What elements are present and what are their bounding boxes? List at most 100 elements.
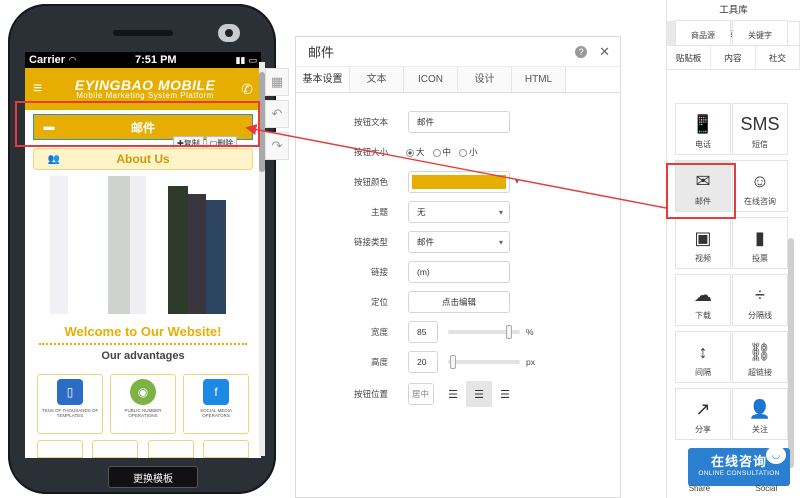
tab-design[interactable]: 设计: [458, 67, 512, 92]
width-label: 宽度: [370, 327, 388, 337]
tool-3[interactable]: SMS 短信: [732, 103, 788, 155]
panel-header: 邮件 ? ✕: [296, 37, 620, 67]
button-color-picker[interactable]: [408, 171, 519, 193]
tab-text[interactable]: 文本: [350, 67, 404, 92]
tab-content[interactable]: 内容: [711, 46, 756, 70]
chat-bubble-icon: ◡: [766, 446, 786, 464]
feature-label: TENS OF THOUSANDS OF TEMPLATES: [41, 408, 99, 419]
row-width: 宽度 85 %: [296, 321, 622, 343]
height-unit: px: [526, 357, 535, 367]
tool-label: 分享: [695, 425, 711, 434]
panel-tabs: 基本设置 文本 ICON 设计 HTML: [296, 67, 620, 93]
close-icon[interactable]: ✕: [599, 44, 610, 60]
click-edit-button[interactable]: 点击编辑: [408, 291, 510, 313]
height-slider[interactable]: [448, 355, 520, 369]
align-right-icon[interactable]: ☰: [492, 381, 518, 407]
tool-icon: ⛓: [748, 342, 772, 362]
link-type-label: 链接类型: [353, 237, 388, 247]
menu-icon[interactable]: ≡: [33, 80, 49, 98]
tool-label: 超链接: [748, 368, 772, 377]
tool-8[interactable]: ☁ 下载: [675, 274, 731, 326]
button-size-label: 按钮大小: [353, 147, 388, 157]
property-panel: 邮件 ? ✕ 基本设置 文本 ICON 设计 HTML 按钮文本 邮件 按钮大小…: [295, 36, 621, 498]
brand-title: EYINGBAO MOBILE: [74, 77, 216, 93]
theme-label: 主题: [370, 207, 388, 217]
tool-icon: 📱: [691, 114, 715, 134]
button-color-label: 按钮颜色: [353, 177, 388, 187]
tab-clipboard[interactable]: 贴贴板: [667, 46, 712, 70]
feature-social-media[interactable]: f SOCIAL MEDIA OPERATORS: [183, 374, 249, 434]
height-slider-knob[interactable]: [450, 355, 456, 369]
feature-templates[interactable]: ▯ TENS OF THOUSANDS OF TEMPLATES: [37, 374, 103, 434]
tool-icon: ▣: [694, 228, 712, 248]
width-slider-knob[interactable]: [506, 325, 513, 339]
undo-icon[interactable]: ↶: [265, 100, 289, 128]
height-label: 高度: [370, 357, 388, 367]
theme-select[interactable]: 无: [408, 201, 510, 223]
tab-social[interactable]: 社交: [755, 46, 800, 70]
tool-2[interactable]: 📱 电话: [675, 103, 731, 155]
size-large-radio[interactable]: 大: [406, 146, 425, 158]
status-bar: Carrier ◠ 7:51 PM ▮▮ ▭: [25, 52, 261, 68]
feature-tile[interactable]: [92, 440, 139, 458]
align-center-icon[interactable]: ☰: [466, 381, 492, 407]
battery-icon: ▭: [248, 54, 257, 65]
tool-5[interactable]: ☺ 在线咨询: [732, 160, 788, 212]
advantages-heading: Our advantages: [101, 350, 185, 362]
tool-9[interactable]: ÷ 分隔线: [732, 274, 788, 326]
about-us-button[interactable]: 👥 About Us: [33, 148, 253, 170]
brand-subtitle: Mobile Marketing System Platform: [76, 91, 215, 100]
color-swatch: [412, 175, 506, 189]
tool-1[interactable]: ◻关键字: [732, 20, 788, 46]
phone-icon: ▯: [57, 379, 83, 405]
editor-side-toolbar: ▦ ↶ ↷: [265, 68, 293, 160]
tool-label: 电话: [695, 140, 711, 149]
feature-tile[interactable]: [147, 440, 194, 458]
tool-label: 间隔: [695, 368, 711, 377]
grid-icon[interactable]: ▦: [265, 68, 289, 96]
height-input[interactable]: 20: [408, 351, 438, 373]
tool-12[interactable]: ↗ 分享: [675, 388, 731, 440]
size-medium-radio[interactable]: 中: [432, 146, 452, 158]
row-button-position: 按钮位置 居中 ☰ ☰ ☰: [296, 381, 622, 407]
tool-13[interactable]: 👤 关注: [732, 388, 788, 440]
feature-tile[interactable]: [202, 440, 249, 458]
tab-icon[interactable]: ICON: [404, 67, 458, 92]
help-icon[interactable]: ?: [575, 45, 588, 58]
online-subtitle: ONLINE CONSULTATION: [698, 470, 780, 477]
tool-0[interactable]: ◻商品源: [675, 20, 731, 46]
feature-tile[interactable]: [37, 440, 83, 458]
align-left-icon[interactable]: ☰: [440, 381, 466, 407]
tool-10[interactable]: ↕ 间隔: [675, 331, 731, 383]
width-input[interactable]: 85: [408, 321, 438, 343]
toolbox-scrollbar[interactable]: [788, 238, 794, 468]
tool-7[interactable]: ▮ 投票: [732, 217, 788, 269]
online-consultation-banner[interactable]: 在线咨询 ONLINE CONSULTATION ◡: [688, 446, 790, 486]
row-height: 高度 20 px: [296, 351, 622, 373]
tab-html[interactable]: HTML: [512, 67, 566, 92]
share-label: Share: [688, 484, 711, 493]
tool-11[interactable]: ⛓ 超链接: [732, 331, 788, 383]
width-unit: %: [526, 327, 534, 337]
size-medium-label: 中: [442, 147, 452, 157]
size-small-label: 小: [469, 147, 478, 157]
redo-icon[interactable]: ↷: [265, 132, 289, 160]
dotted-divider: [39, 343, 247, 345]
tool-6[interactable]: ▣ 视频: [675, 217, 731, 269]
status-time: 7:51 PM: [135, 54, 177, 66]
width-slider[interactable]: [448, 325, 520, 339]
feature-public-number[interactable]: ◉ PUBLIC NUMBER OPERATIONS: [110, 374, 176, 434]
link-input[interactable]: (m): [408, 261, 510, 283]
tool-label: 分隔线: [748, 311, 772, 320]
link-type-select[interactable]: 邮件: [408, 231, 510, 253]
tab-basic-settings[interactable]: 基本设置: [296, 67, 350, 92]
button-text-input[interactable]: 邮件: [408, 111, 510, 133]
size-large-label: 大: [416, 147, 425, 157]
tool-label: 短信: [752, 140, 768, 149]
toolbox-sidebar: 工具库 常用 表单 设计 贴贴板 内容 社交 ◻商品源◻关键字📱电话SMS短信✉…: [666, 0, 800, 498]
tool-icon: ÷: [755, 285, 765, 305]
size-small-radio[interactable]: 小: [459, 146, 478, 158]
change-template-button[interactable]: 更换模板: [108, 466, 198, 488]
phone-preview: Carrier ◠ 7:51 PM ▮▮ ▭ ≡ EYINGBAO MOBILE…: [8, 4, 276, 494]
phone-call-icon[interactable]: ✆: [241, 81, 253, 98]
